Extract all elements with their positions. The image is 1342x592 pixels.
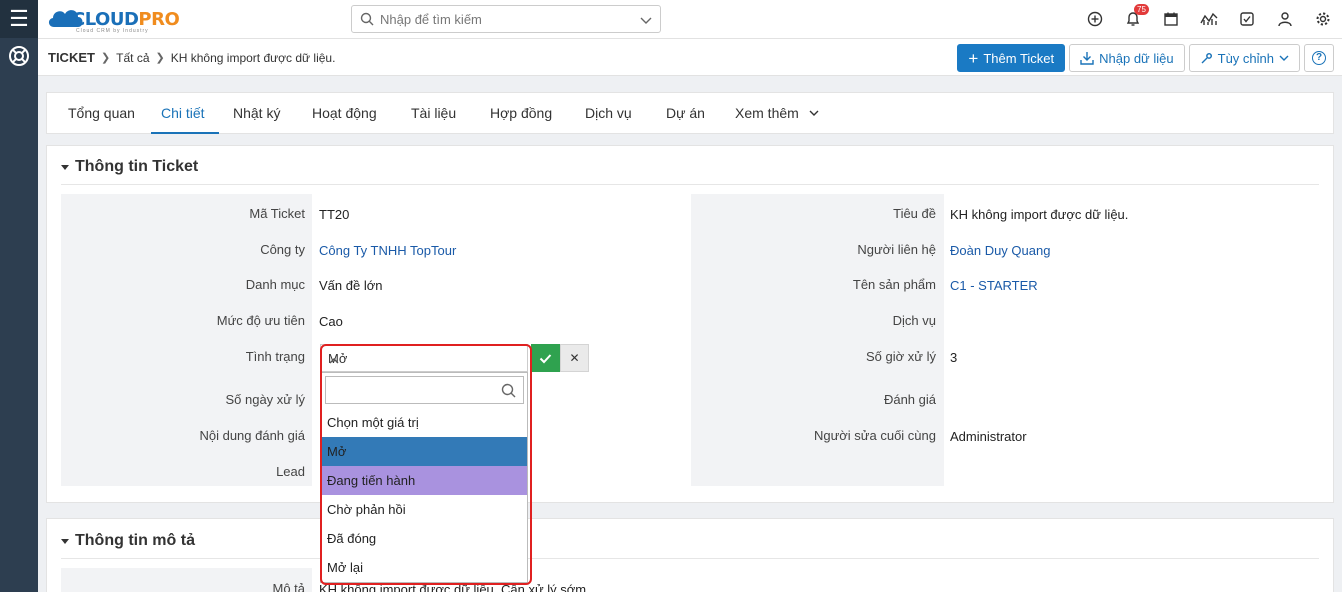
status-option-closed[interactable]: Đã đóng	[321, 524, 527, 553]
tab-overview[interactable]: Tổng quan	[68, 105, 135, 121]
field-value-product-link[interactable]: C1 - STARTER	[950, 278, 1038, 293]
left-rail: ☰	[0, 0, 38, 592]
hamburger-menu-icon[interactable]: ☰	[0, 0, 38, 38]
breadcrumb: TICKET ❯ Tất cả ❯ KH không import được d…	[48, 50, 335, 65]
field-value-description: KH không import được dữ liệu. Cần xử lý …	[319, 582, 587, 592]
dropdown-search-input[interactable]	[330, 381, 490, 399]
tab-more[interactable]: Xem thêm	[735, 105, 820, 121]
user-icon[interactable]	[1266, 0, 1304, 38]
field-value-hours-to-resolve: 3	[950, 350, 958, 365]
download-icon	[1080, 52, 1094, 65]
collapse-caret-icon	[61, 164, 69, 170]
status-option-placeholder[interactable]: Chọn một giá trị	[321, 408, 527, 437]
field-label-company: Công ty	[260, 242, 305, 257]
wrench-icon	[1201, 52, 1212, 63]
plus-icon: +	[968, 48, 979, 68]
collapse-caret-icon	[61, 538, 69, 544]
status-option-reopened[interactable]: Mở lại	[321, 553, 527, 582]
chevron-down-icon	[1279, 55, 1289, 61]
checkbox-icon[interactable]	[1228, 0, 1266, 38]
field-label-title: Tiêu đề	[893, 206, 936, 221]
tab-activities[interactable]: Hoạt động	[312, 105, 377, 121]
check-icon	[539, 353, 552, 363]
ticket-info-header[interactable]: Thông tin Ticket	[61, 158, 198, 176]
logo-tagline: Cloud CRM by Industry	[76, 28, 149, 34]
field-label-last-modified-by: Người sửa cuối cùng	[813, 428, 936, 443]
field-label-service: Dịch vụ	[892, 313, 936, 328]
plus-circle-icon[interactable]	[1076, 0, 1114, 38]
field-value-ticket-id: TT20	[319, 207, 350, 222]
field-label-hours-to-resolve: Số giờ xử lý	[866, 349, 936, 364]
field-label-ticket-id: Mã Ticket	[249, 206, 305, 221]
status-option-awaiting-response[interactable]: Chờ phản hồi	[321, 495, 527, 524]
field-label-contact: Người liên hệ	[857, 242, 936, 257]
notification-badge: 75	[1134, 4, 1149, 15]
divider	[61, 184, 1319, 185]
help-icon: ?	[1312, 51, 1326, 65]
add-ticket-button[interactable]: + Thêm Ticket	[957, 44, 1066, 72]
customize-button[interactable]: Tùy chỉnh	[1188, 44, 1300, 72]
field-value-title: KH không import được dữ liệu.	[950, 207, 1129, 222]
global-search[interactable]	[351, 5, 661, 33]
top-header: CLOUDPRO Cloud CRM by Industry 75	[38, 0, 1342, 38]
tab-services[interactable]: Dịch vụ	[585, 105, 632, 121]
field-label-product: Tên sản phẩm	[852, 277, 936, 292]
cancel-status-button[interactable]: ✕	[560, 344, 589, 372]
record-tabs: Tổng quan Chi tiết Nhật ký Hoạt động Tài…	[46, 92, 1334, 134]
chevron-right-icon: ❯	[155, 52, 165, 64]
gear-icon[interactable]	[1304, 0, 1342, 38]
chevron-down-icon	[809, 110, 819, 116]
field-label-rating: Đánh giá	[883, 392, 936, 407]
divider	[61, 558, 1319, 559]
search-input[interactable]	[380, 10, 630, 28]
status-option-in-progress[interactable]: Đang tiến hành	[321, 466, 527, 495]
header-icons: 75	[1076, 0, 1342, 38]
breadcrumb-all[interactable]: Tất cả	[116, 51, 149, 65]
chevron-right-icon: ❯	[100, 52, 111, 64]
field-value-category: Vấn đề lớn	[319, 278, 383, 293]
field-value-company-link[interactable]: Công Ty TNHH TopTour	[319, 243, 456, 258]
save-status-button[interactable]	[531, 344, 560, 372]
tab-projects[interactable]: Dự án	[666, 105, 705, 121]
close-icon: ✕	[569, 351, 580, 365]
field-label-priority: Mức độ ưu tiên	[216, 313, 305, 328]
breadcrumb-module[interactable]: TICKET	[48, 50, 95, 65]
search-icon	[360, 12, 374, 29]
field-label-status: Tình trạng	[245, 349, 305, 364]
support-lifebuoy-icon[interactable]	[0, 40, 38, 72]
chevron-up-icon	[328, 353, 519, 368]
description-header[interactable]: Thông tin mô tả	[61, 532, 195, 550]
field-value-last-modified-by: Administrator	[950, 429, 1027, 444]
breadcrumb-bar: TICKET ❯ Tất cả ❯ KH không import được d…	[38, 38, 1342, 76]
toolbar-actions: + Thêm Ticket Nhập dữ liệu Tùy chỉnh ?	[957, 44, 1334, 72]
field-label-review-content: Nội dung đánh giá	[199, 428, 305, 443]
tab-contracts[interactable]: Hợp đồng	[490, 105, 552, 121]
logo-wordmark: CLOUDPRO	[72, 9, 180, 30]
field-label-days-to-resolve: Số ngày xử lý	[225, 392, 305, 407]
breadcrumb-current: KH không import được dữ liệu.	[170, 50, 336, 65]
import-data-button[interactable]: Nhập dữ liệu	[1069, 44, 1185, 72]
field-label-category: Danh mục	[245, 277, 305, 292]
field-label-description: Mô tả	[272, 581, 305, 592]
search-icon	[501, 383, 516, 401]
help-button[interactable]: ?	[1304, 44, 1334, 72]
calendar-icon[interactable]	[1152, 0, 1190, 38]
tab-details[interactable]: Chi tiết	[161, 105, 205, 121]
field-value-priority: Cao	[319, 314, 343, 329]
field-value-contact-link[interactable]: Đoàn Duy Quang	[950, 243, 1050, 258]
chart-icon[interactable]	[1190, 0, 1228, 38]
tab-documents[interactable]: Tài liệu	[411, 105, 456, 121]
status-select[interactable]: Mở	[320, 344, 528, 372]
active-tab-indicator	[151, 132, 219, 134]
status-option-open[interactable]: Mở	[321, 437, 527, 466]
field-label-lead: Lead	[276, 464, 305, 479]
status-dropdown-list: Chọn một giá trị Mở Đang tiến hành Chờ p…	[320, 372, 528, 583]
chevron-down-icon[interactable]	[640, 14, 652, 29]
bell-icon[interactable]: 75	[1114, 0, 1152, 38]
tab-log[interactable]: Nhật ký	[233, 105, 280, 121]
dropdown-search[interactable]	[325, 376, 524, 404]
cloudpro-logo[interactable]: CLOUDPRO Cloud CRM by Industry	[46, 3, 186, 35]
